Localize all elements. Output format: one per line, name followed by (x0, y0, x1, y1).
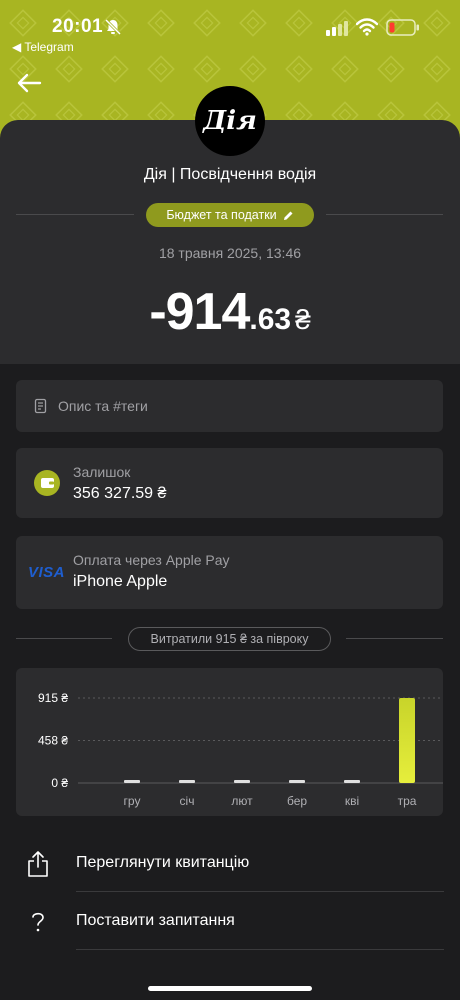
payment-box: VISA Оплата через Apple Pay iPhone Apple (16, 536, 443, 609)
divider-right (326, 214, 443, 215)
chart-y-tick-label: 0 ₴ (51, 776, 68, 790)
view-receipt-button[interactable]: Переглянути квитанцію (0, 834, 460, 892)
amount-main: -914 (149, 283, 250, 341)
transaction-amount: -914.63 ₴ (0, 282, 460, 342)
chart-bar-тра (399, 698, 415, 783)
chart-bar-кві (344, 780, 360, 783)
pencil-icon (283, 211, 293, 220)
chart-x-tick-label: січ (180, 794, 195, 808)
currency-symbol: ₴ (295, 304, 311, 335)
merchant-name: Дія | Посвідчення водія (143, 166, 317, 183)
category-button[interactable]: Бюджет та податки (146, 203, 314, 227)
balance-box: Залишок 356 327.59 ₴ (16, 448, 443, 518)
actions-list: Переглянути квитанцію Поставити запитанн… (0, 834, 460, 1000)
description-placeholder: Опис та #теги (58, 398, 148, 414)
chart-bar-січ (179, 780, 195, 783)
spending-divider-right (346, 638, 443, 639)
spending-divider-left (16, 638, 112, 639)
wallet-icon (34, 470, 60, 496)
chart-bar-бер (289, 780, 305, 783)
visa-logo-icon: VISA (28, 564, 66, 581)
back-to-telegram-link[interactable]: ◀ Telegram (12, 40, 74, 54)
amount-decimal: .63 (249, 303, 292, 336)
note-icon (34, 398, 47, 414)
transaction-date: 18 травня 2025, 13:46 (158, 245, 302, 261)
question-icon (32, 912, 44, 932)
chart-y-tick-label: 458 ₴ (38, 733, 68, 747)
share-icon (28, 851, 48, 877)
back-arrow-icon[interactable] (16, 72, 42, 94)
spending-summary-badge: Витратили 915 ₴ за півроку (128, 627, 331, 651)
battery-icon (386, 19, 419, 36)
spending-chart: 915 ₴ 458 ₴ 0 ₴ гру січ лют бер кві тра (16, 668, 443, 816)
wifi-icon (356, 18, 378, 36)
spending-bar-chart: 915 ₴ 458 ₴ 0 ₴ гру січ лют бер кві тра (38, 691, 443, 808)
chart-x-tick-label: бер (287, 794, 307, 808)
status-time: 20:01 (52, 16, 104, 37)
ask-question-button[interactable]: Поставити запитання (0, 892, 460, 950)
view-receipt-label: Переглянути квитанцію (76, 854, 250, 871)
balance-value: 356 327.59 ₴ (73, 485, 167, 502)
action-separator (76, 949, 444, 950)
status-bar: 20:01 ◀ Telegram (0, 14, 460, 54)
description-field[interactable]: Опис та #теги (16, 380, 443, 432)
payment-label: Оплата через Apple Pay (73, 552, 230, 568)
signal-icon (326, 21, 348, 36)
chart-x-tick-label: кві (345, 794, 359, 808)
category-label: Бюджет та податки (166, 208, 277, 222)
chart-x-tick-label: гру (124, 794, 141, 808)
home-indicator (148, 986, 312, 991)
divider-left (16, 214, 134, 215)
bell-muted-icon (104, 18, 122, 36)
balance-label: Залишок (73, 464, 131, 480)
chart-y-tick-label: 915 ₴ (38, 691, 68, 705)
payment-value: iPhone Apple (73, 573, 168, 590)
logo-text: Дія (203, 106, 257, 136)
chart-bar-лют (234, 780, 250, 783)
ask-question-label: Поставити запитання (76, 912, 235, 929)
chart-bar-гру (124, 780, 140, 783)
chart-x-tick-label: лют (231, 794, 253, 808)
merchant-logo: Дія (195, 86, 265, 156)
chart-x-tick-label: тра (398, 794, 417, 808)
